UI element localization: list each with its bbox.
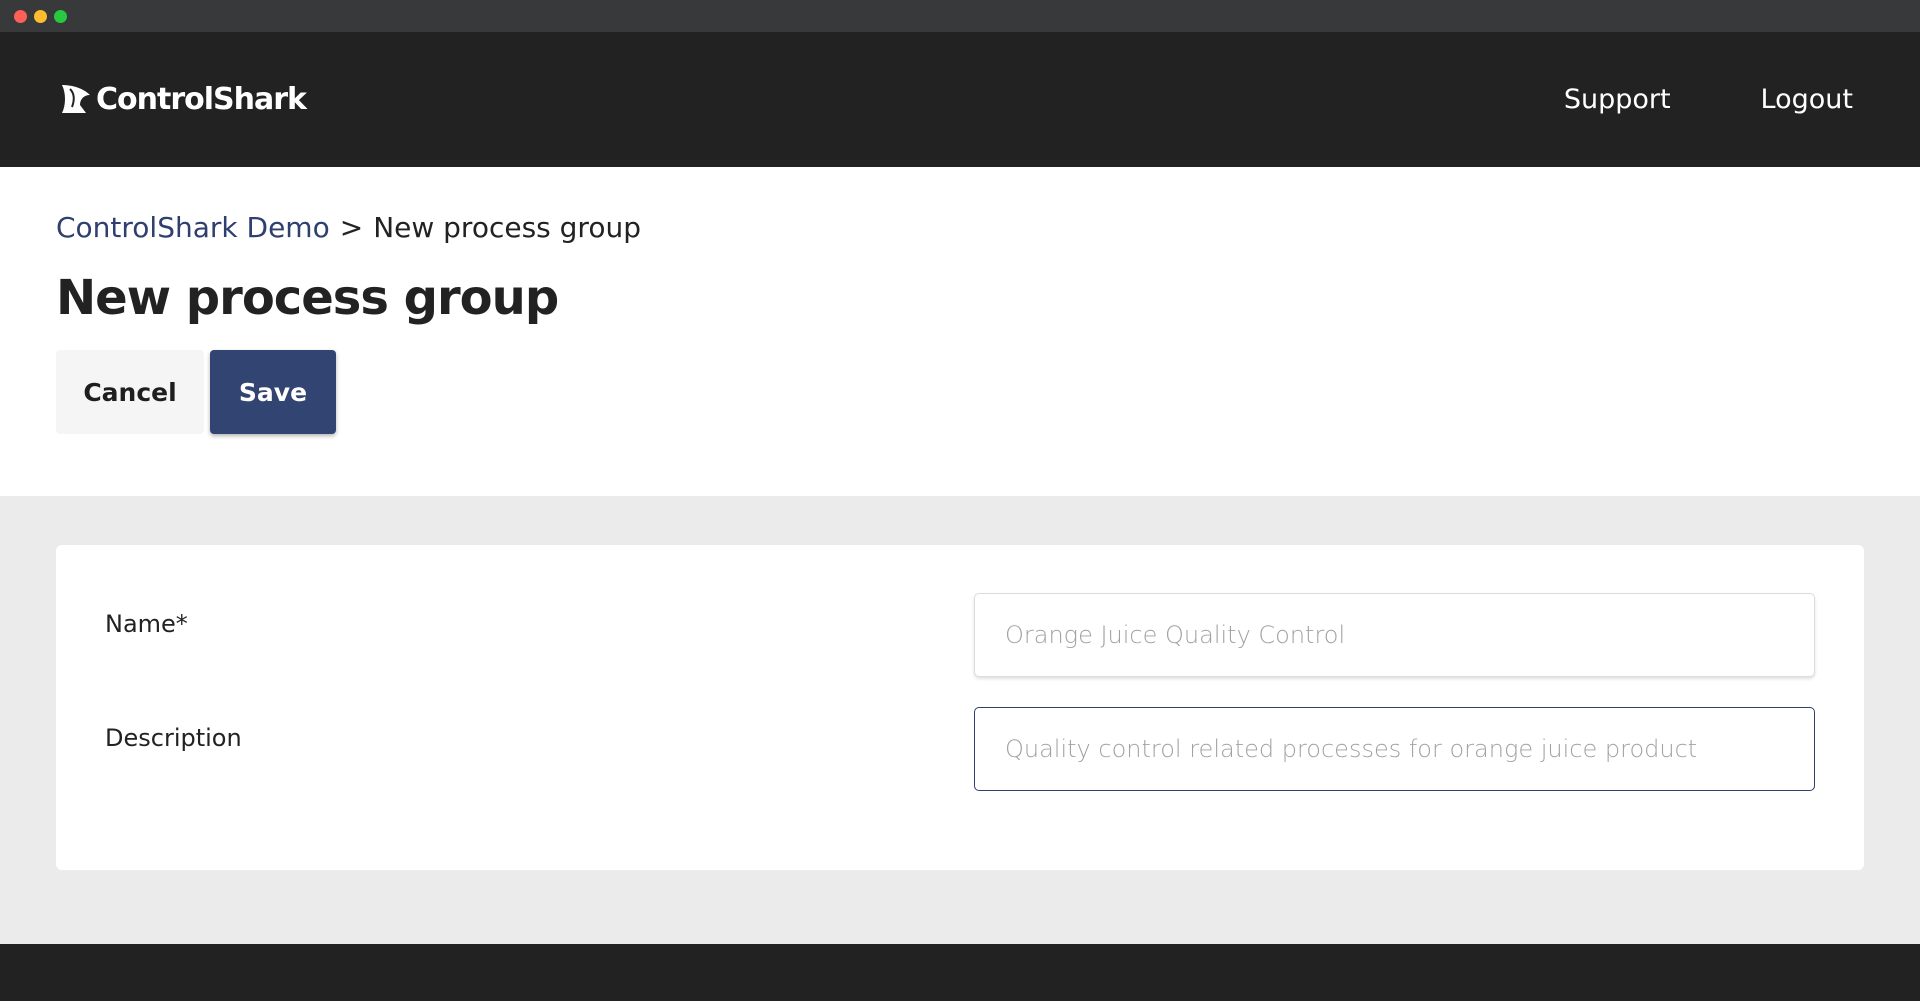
app-header: ControlShark Support Logout	[0, 32, 1920, 167]
description-row: Description	[105, 707, 1815, 791]
save-button[interactable]: Save	[210, 350, 336, 434]
minimize-window-icon[interactable]	[34, 9, 47, 23]
breadcrumb-current: New process group	[373, 211, 641, 244]
breadcrumb-parent-link[interactable]: ControlShark Demo	[56, 211, 330, 244]
brand-logo[interactable]: ControlShark	[60, 82, 307, 117]
support-link[interactable]: Support	[1564, 84, 1671, 115]
logout-link[interactable]: Logout	[1761, 84, 1853, 115]
form-section: Name* Description	[0, 496, 1920, 944]
page-header: ControlShark Demo > New process group Ne…	[0, 167, 1920, 496]
description-input[interactable]	[974, 707, 1815, 791]
top-nav: Support Logout	[1564, 84, 1853, 115]
breadcrumb-separator: >	[339, 211, 364, 244]
name-row: Name*	[105, 593, 1815, 677]
form-card: Name* Description	[56, 545, 1864, 870]
shark-fin-logo-icon	[62, 84, 90, 113]
description-label: Description	[105, 724, 242, 752]
page-title: New process group	[56, 270, 559, 326]
cancel-button[interactable]: Cancel	[56, 350, 204, 434]
maximize-window-icon[interactable]	[54, 9, 67, 23]
form-actions: Cancel Save	[56, 350, 1864, 434]
window-chrome	[0, 0, 1920, 32]
app-footer	[0, 944, 1920, 1001]
close-window-icon[interactable]	[14, 9, 27, 23]
breadcrumb: ControlShark Demo > New process group	[56, 211, 1864, 244]
brand-name: ControlShark	[96, 82, 307, 117]
name-label: Name*	[105, 610, 188, 638]
name-input[interactable]	[974, 593, 1815, 677]
